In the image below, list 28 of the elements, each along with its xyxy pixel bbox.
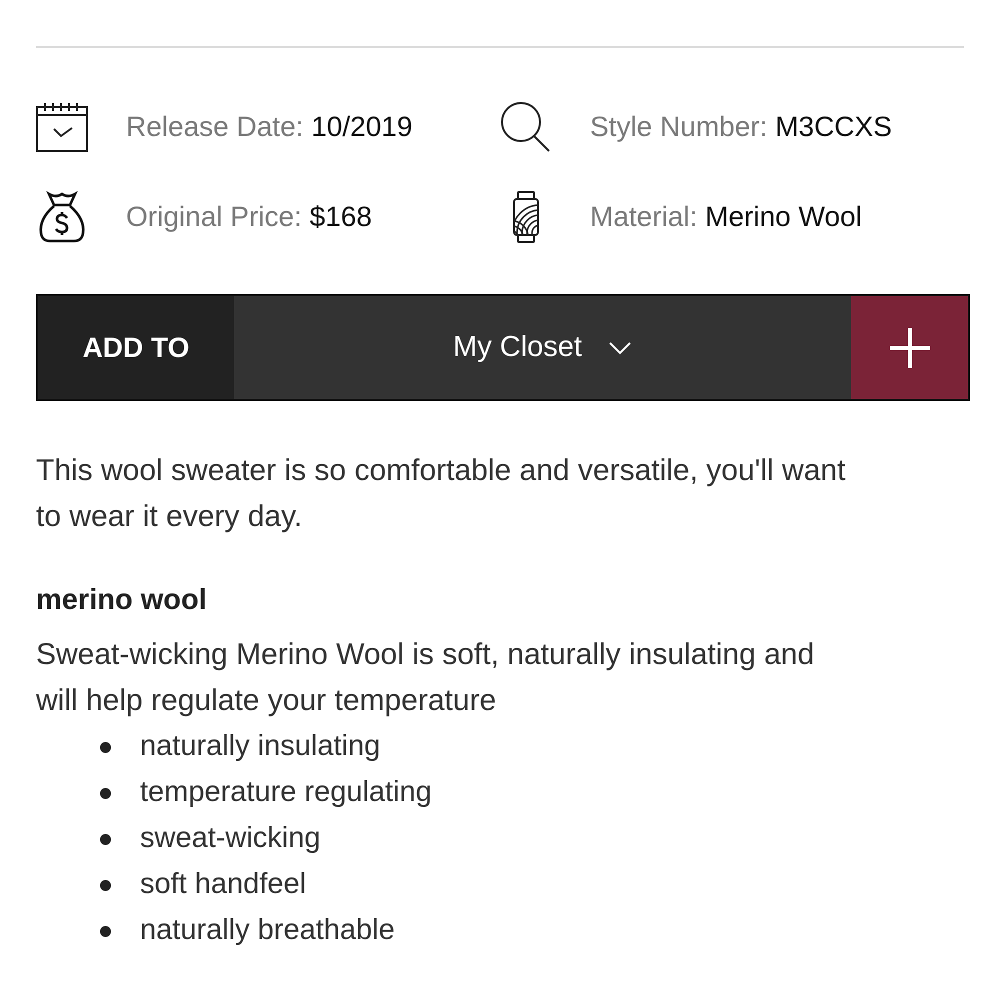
detail-label: Material: bbox=[590, 201, 698, 232]
chevron-down-icon bbox=[608, 340, 632, 354]
detail-label: Original Price: bbox=[126, 201, 302, 232]
detail-value: Merino Wool bbox=[705, 201, 862, 232]
list-item-text: soft handfeel bbox=[140, 867, 306, 902]
add-button[interactable] bbox=[851, 296, 968, 399]
add-to-label: ADD TO bbox=[38, 296, 234, 399]
detail-value: 10/2019 bbox=[311, 111, 412, 142]
product-description: This wool sweater is so comfortable and versatile, you'll want to wear it every day. bbox=[36, 453, 846, 535]
closet-dropdown[interactable]: My Closet bbox=[234, 296, 851, 399]
detail-value: M3CCXS bbox=[775, 111, 892, 142]
detail-label: Style Number: bbox=[590, 111, 768, 142]
feature-heading: merino wool bbox=[36, 583, 208, 618]
calendar-icon bbox=[36, 101, 88, 153]
list-item-text: naturally breathable bbox=[140, 913, 395, 948]
list-item-text: temperature regulating bbox=[140, 775, 432, 810]
bullet-icon bbox=[100, 926, 111, 936]
bullet-icon bbox=[100, 834, 111, 844]
bullet-icon bbox=[100, 788, 111, 798]
list-item-text: sweat-wicking bbox=[140, 821, 320, 856]
search-icon bbox=[500, 101, 552, 153]
list-item-text: naturally insulating bbox=[140, 729, 380, 764]
detail-label: Release Date: bbox=[126, 111, 304, 142]
plus-icon bbox=[890, 328, 930, 368]
bullet-icon bbox=[100, 742, 111, 752]
bullet-icon bbox=[100, 880, 111, 890]
detail-value: $168 bbox=[310, 201, 372, 232]
feature-description: Sweat-wicking Merino Wool is soft, naturally insulating and will help regulate your temperature bbox=[36, 637, 816, 719]
